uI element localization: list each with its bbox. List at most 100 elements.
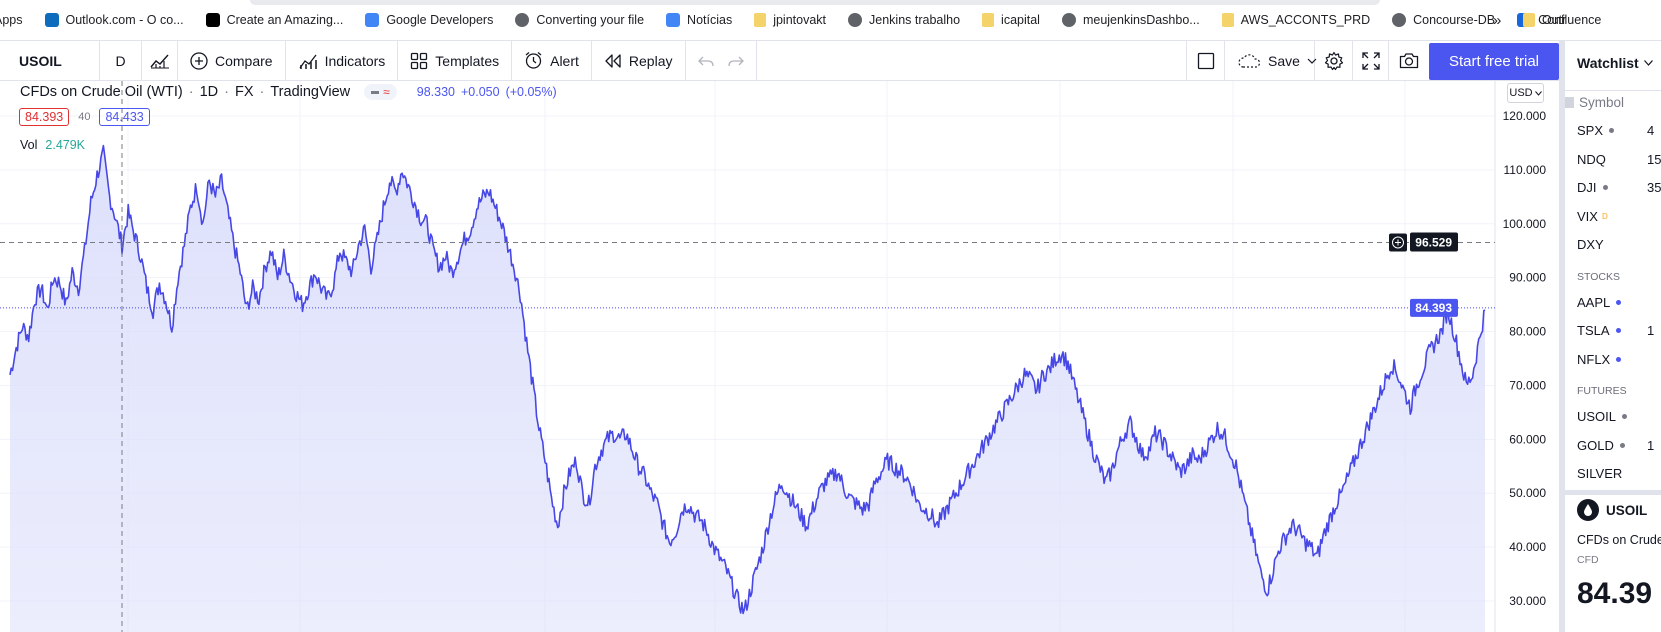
watchlist-value: 1 <box>1647 323 1655 338</box>
watchlist-row[interactable]: NFLX <box>1577 351 1622 367</box>
symbol-column-header[interactable]: Symbol <box>1565 95 1624 110</box>
bookmark-label: meujenkinsDashbo... <box>1082 13 1200 27</box>
watchlist-symbol: NFLX <box>1577 351 1611 367</box>
status-dot-icon <box>1619 442 1625 448</box>
volume-legend: Vol 2.479K <box>20 138 85 152</box>
bookmark-label: jpintovakt <box>773 13 827 27</box>
bookmark-item[interactable]: meujenkinsDashbo... <box>1061 13 1200 27</box>
outlook-icon <box>44 13 59 27</box>
bookmark-item[interactable]: Create an Amazing... <box>205 13 343 27</box>
market-status-badge[interactable]: ≈ <box>364 84 397 100</box>
watchlist-row[interactable]: SPX <box>1577 123 1615 138</box>
templates-button[interactable]: Templates <box>398 41 513 80</box>
watchlist-section-label: FUTURES <box>1577 385 1627 397</box>
price-tick-label: 60.000 <box>1509 432 1546 446</box>
legend-interval: 1D <box>199 84 219 100</box>
globe-icon <box>515 13 530 27</box>
bookmark-item[interactable]: jpintovakt <box>754 13 826 27</box>
bid-ask-row: 84.393 40 84.433 <box>19 108 150 126</box>
watchlist-row[interactable]: TSLA <box>1577 323 1621 338</box>
chart-pane[interactable]: 120.000 110.000 100.000 90.000 80.000 70.000 6… <box>0 81 1559 632</box>
buy-price-button[interactable]: 84.433 <box>99 108 150 126</box>
bookmark-item[interactable]: Jenkins trabalho <box>848 13 960 27</box>
column-handle-icon <box>1565 97 1574 108</box>
bookmark-item[interactable]: Converting your file <box>515 13 644 27</box>
watchlist-row[interactable]: DXY <box>1577 237 1604 252</box>
currency-selector[interactable]: USD <box>1507 83 1544 103</box>
replay-label: Replay <box>628 52 673 69</box>
settings-button[interactable] <box>1315 41 1353 80</box>
symbol-search-button[interactable]: USOIL <box>0 41 100 80</box>
legend-exchange: FX <box>234 84 254 100</box>
other-bookmarks[interactable]: Outr <box>1523 13 1566 27</box>
watchlist-symbol: VIX <box>1577 208 1598 224</box>
price-tick-label: 70.000 <box>1509 378 1546 392</box>
panel-divider <box>1565 490 1661 495</box>
redo-icon[interactable] <box>727 55 744 67</box>
bookmark-label: Concourse-DB <box>1413 13 1496 27</box>
bookmark-item[interactable]: icapital <box>982 13 1040 27</box>
oil-drop-icon <box>1577 499 1599 521</box>
legend-change-pct: (+0.05%) <box>505 85 557 99</box>
start-free-trial-button[interactable]: Start free trial <box>1429 43 1559 80</box>
watchlist-panel: Watchlist Symbol SPX 4 NDQ 15 DJI 35 VIX D DXY ST… <box>1559 41 1661 632</box>
snapshot-button[interactable] <box>1389 41 1429 80</box>
status-dot-icon <box>1616 356 1622 362</box>
interval-button[interactable]: D <box>100 41 142 80</box>
watchlist-row[interactable]: DJI <box>1577 180 1608 195</box>
watchlist-value: 15 <box>1647 151 1661 167</box>
google-dev-icon <box>365 13 380 27</box>
watchlist-row[interactable]: NDQ <box>1577 152 1606 167</box>
volume-value: 2.479K <box>45 138 86 152</box>
watchlist-header[interactable]: Watchlist <box>1577 55 1653 71</box>
bookmark-item[interactable]: AWS_ACCONTS_PRD <box>1221 13 1371 27</box>
detail-price: 84.39 <box>1577 577 1653 610</box>
chart-type-button[interactable] <box>142 41 178 80</box>
bookmark-item[interactable]: Notícias <box>666 13 732 27</box>
watchlist-row[interactable]: VIX D <box>1577 209 1608 224</box>
detail-symbol: USOIL <box>1606 502 1648 518</box>
watchlist-row[interactable]: USOIL <box>1577 409 1628 424</box>
price-tick-label: 100.000 <box>1503 217 1547 231</box>
layout-button[interactable] <box>1187 41 1225 80</box>
bookmark-item[interactable]: Google Developers <box>365 13 493 27</box>
replay-button[interactable]: Replay <box>592 41 686 80</box>
bookmark-item[interactable]: Concourse-DB <box>1392 13 1495 27</box>
fullscreen-button[interactable] <box>1353 41 1389 80</box>
legend-sep: · <box>259 84 265 100</box>
bookmark-label: Jenkins trabalho <box>869 13 961 27</box>
undo-icon[interactable] <box>697 55 714 67</box>
series-area-fill <box>10 145 1485 632</box>
bookmark-label: Outr <box>1542 13 1567 27</box>
watchlist-row[interactable]: GOLD <box>1577 438 1625 453</box>
indicators-button[interactable]: Indicators <box>286 41 399 80</box>
status-dot-icon <box>1602 185 1608 190</box>
last-price-label: 84.393 <box>1415 301 1452 315</box>
bookmark-item[interactable]: Outlook.com - O co... <box>44 13 184 27</box>
watchlist-symbol: GOLD <box>1577 437 1614 453</box>
bookmark-item[interactable]: Apps <box>0 13 23 27</box>
symbol-label: USOIL <box>19 52 62 69</box>
watchlist-value: 4 <box>1647 123 1655 138</box>
watchlist-symbol: NDQ <box>1577 151 1606 167</box>
save-button[interactable]: Save <box>1225 41 1317 80</box>
alert-button[interactable]: Alert <box>512 41 592 80</box>
watchlist-title: Watchlist <box>1577 55 1639 71</box>
bookmarks-overflow-button[interactable]: » <box>1493 12 1501 29</box>
sell-price-button[interactable]: 84.393 <box>19 108 70 126</box>
price-tick-label: 90.000 <box>1509 271 1546 285</box>
bookmark-label: Notícias <box>687 13 733 27</box>
bookmark-label: AWS_ACCONTS_PRD <box>1240 13 1371 27</box>
folder-icon <box>982 13 995 27</box>
price-chart[interactable]: 120.000 110.000 100.000 90.000 80.000 70.000 6… <box>0 81 1559 632</box>
watchlist-row[interactable]: AAPL <box>1577 295 1622 310</box>
watchlist-row[interactable]: SILVER <box>1577 466 1622 481</box>
legend-last-price: 98.330 <box>416 85 455 99</box>
folder-icon <box>1221 13 1234 27</box>
fullscreen-icon <box>1361 51 1380 70</box>
alert-label: Alert <box>550 52 579 69</box>
watchlist-symbol: USOIL <box>1577 409 1617 424</box>
compare-button[interactable]: Compare <box>178 41 286 80</box>
watchlist-symbol: TSLA <box>1577 323 1610 338</box>
square-layout-icon <box>1197 52 1214 69</box>
